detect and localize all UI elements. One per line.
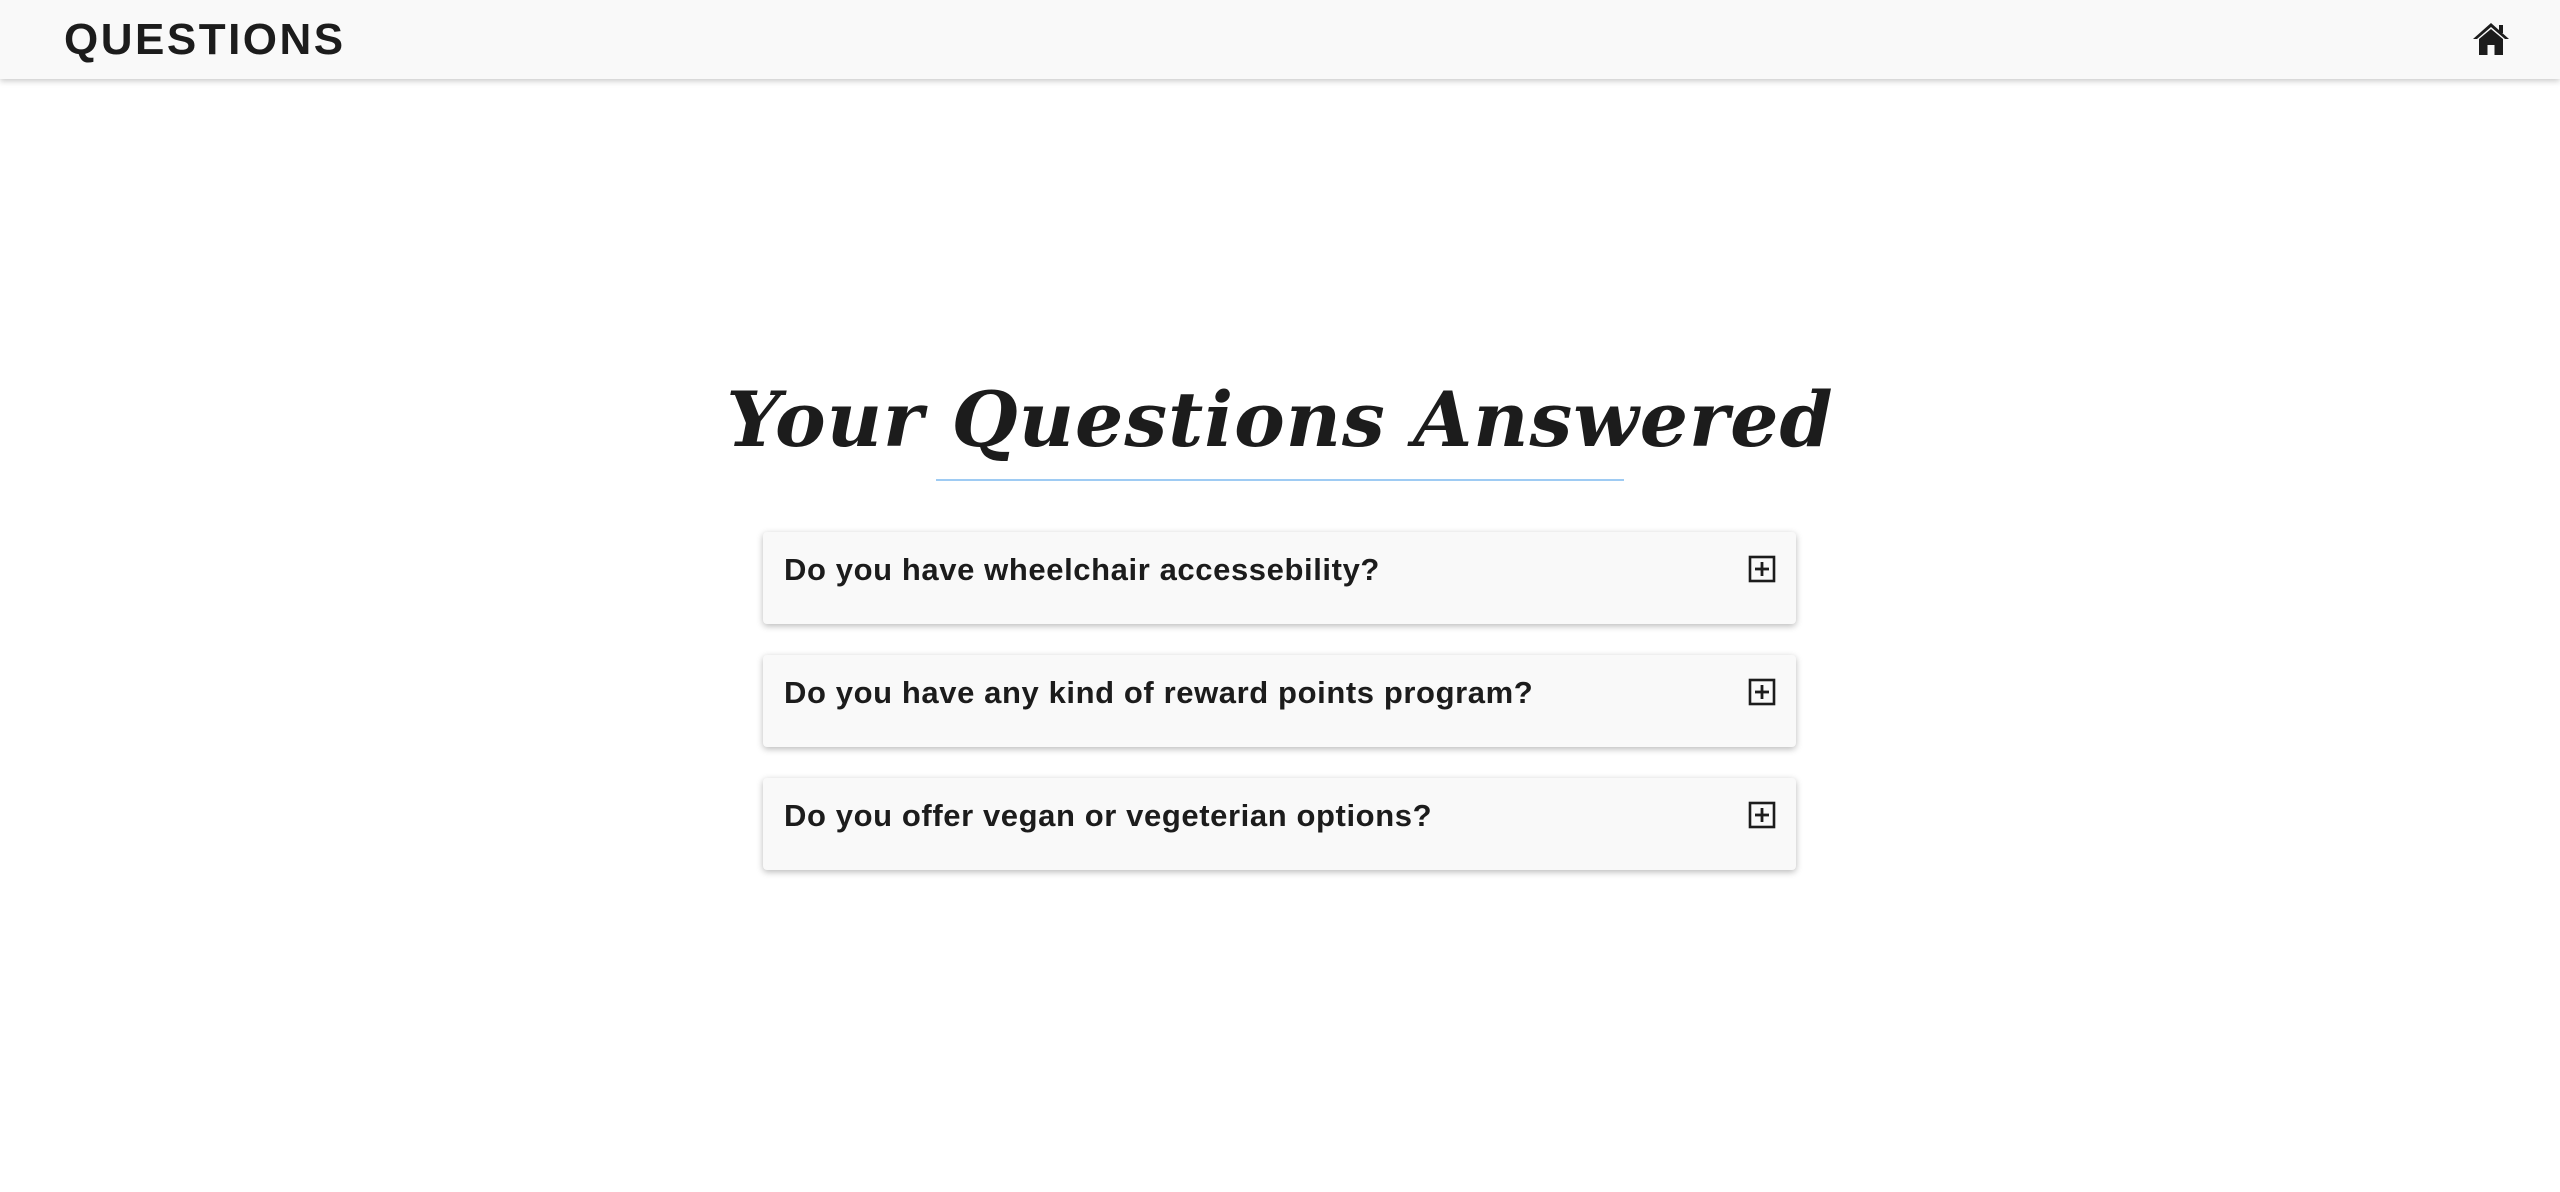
faq-list: Do you have wheelchair accessebility? Do… [763,532,1796,901]
plus-square-icon[interactable] [1747,800,1777,830]
faq-item[interactable]: Do you have wheelchair accessebility? [763,532,1796,624]
faq-item[interactable]: Do you offer vegan or vegeterian options… [763,778,1796,870]
home-button[interactable] [2470,18,2512,60]
page-title: Your Questions Answered [726,375,1834,464]
top-navbar: QUESTIONS [0,0,2560,79]
plus-square-icon[interactable] [1747,677,1777,707]
faq-question: Do you have wheelchair accessebility? [784,552,1380,587]
faq-question: Do you offer vegan or vegeterian options… [784,798,1433,833]
home-icon [2472,21,2510,57]
faq-question: Do you have any kind of reward points pr… [784,675,1534,710]
plus-square-icon[interactable] [1747,554,1777,584]
title-underline [936,479,1624,481]
brand-title[interactable]: QUESTIONS [64,14,346,66]
faq-item[interactable]: Do you have any kind of reward points pr… [763,655,1796,747]
